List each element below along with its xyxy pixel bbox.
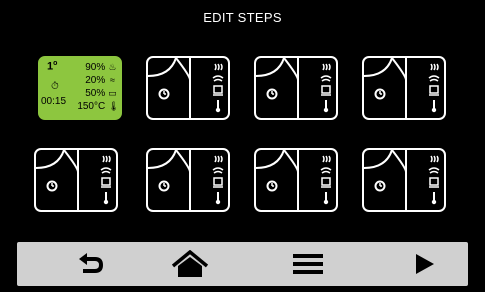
empty-step-outline <box>147 57 224 118</box>
humidity-icon: ▭ <box>108 88 117 98</box>
start-button[interactable] <box>395 242 455 286</box>
empty-step-outline <box>363 149 440 210</box>
empty-step-outline <box>255 57 332 118</box>
thermometer-icon: 🌡 <box>108 101 120 111</box>
param-temperature: 150°C 🌡 <box>77 101 120 112</box>
step-number: 1o <box>47 60 58 73</box>
page-title: EDIT STEPS <box>203 10 282 25</box>
step-card-5[interactable] <box>34 148 118 212</box>
param-fan: 20% ≈ <box>77 74 117 87</box>
empty-step-outline <box>255 149 332 210</box>
play-icon <box>416 254 434 274</box>
undo-arrow-icon <box>79 253 103 273</box>
menu-button[interactable] <box>278 242 338 286</box>
step-card-7[interactable] <box>254 148 338 212</box>
steam-icon: ♨ <box>108 62 117 72</box>
back-button[interactable] <box>61 242 121 286</box>
step-time: 00:15 <box>41 96 67 107</box>
menu-icon <box>293 254 323 274</box>
step-card-8[interactable] <box>362 148 446 212</box>
step-card-2[interactable] <box>146 56 230 120</box>
home-button[interactable] <box>160 242 220 286</box>
param-humidity: 50% ▭ <box>85 88 117 99</box>
empty-step-outline <box>35 149 112 210</box>
clock-icon: ⏱ <box>51 81 59 92</box>
step-card-3[interactable] <box>254 56 338 120</box>
step-params: 90% ♨ 20% ≈ 50% ▭ 150°C 🌡 <box>77 61 120 113</box>
step-card-1[interactable]: 1o ⏱ 00:15 90% ♨ 20% ≈ 50% ▭ 150°C 🌡 <box>38 56 122 120</box>
bottom-nav-bar <box>17 242 468 286</box>
param-steam: 90% ♨ <box>85 62 117 73</box>
empty-step-outline <box>147 149 224 210</box>
step-card-6[interactable] <box>146 148 230 212</box>
step-card-4[interactable] <box>362 56 446 120</box>
fan-icon: ≈ <box>110 75 115 85</box>
home-icon <box>171 250 209 277</box>
empty-step-outline <box>363 57 440 118</box>
